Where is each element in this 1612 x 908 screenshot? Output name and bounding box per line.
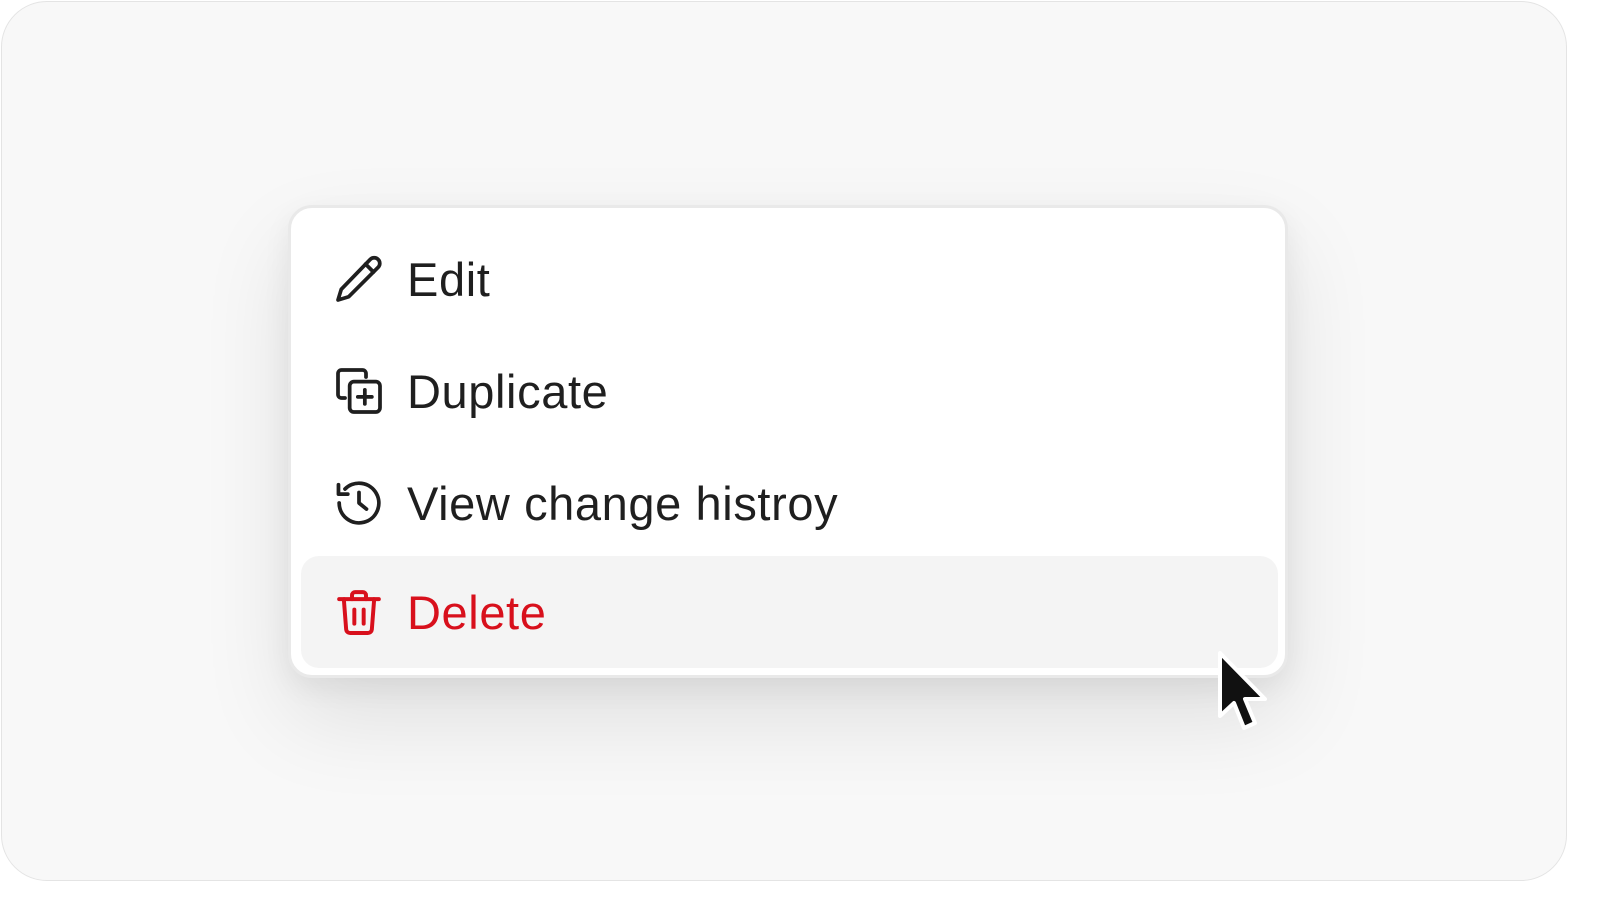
pencil-icon <box>331 251 387 307</box>
menu-item-label: Duplicate <box>407 364 609 418</box>
menu-item-duplicate[interactable]: Duplicate <box>301 335 1278 447</box>
trash-icon <box>331 584 387 640</box>
menu-item-label: Delete <box>407 585 547 639</box>
menu-item-view-change-history[interactable]: View change histroy <box>301 447 1278 559</box>
canvas-background: Edit Duplicate View change histroy Delet… <box>1 1 1567 881</box>
menu-item-edit[interactable]: Edit <box>301 223 1278 335</box>
context-menu: Edit Duplicate View change histroy Delet… <box>288 205 1288 678</box>
menu-item-label: View change histroy <box>407 476 839 530</box>
mouse-pointer-icon <box>1218 651 1267 730</box>
menu-item-delete[interactable]: Delete <box>301 556 1278 668</box>
history-icon <box>331 475 387 531</box>
duplicate-icon <box>331 363 387 419</box>
menu-item-label: Edit <box>407 252 491 306</box>
